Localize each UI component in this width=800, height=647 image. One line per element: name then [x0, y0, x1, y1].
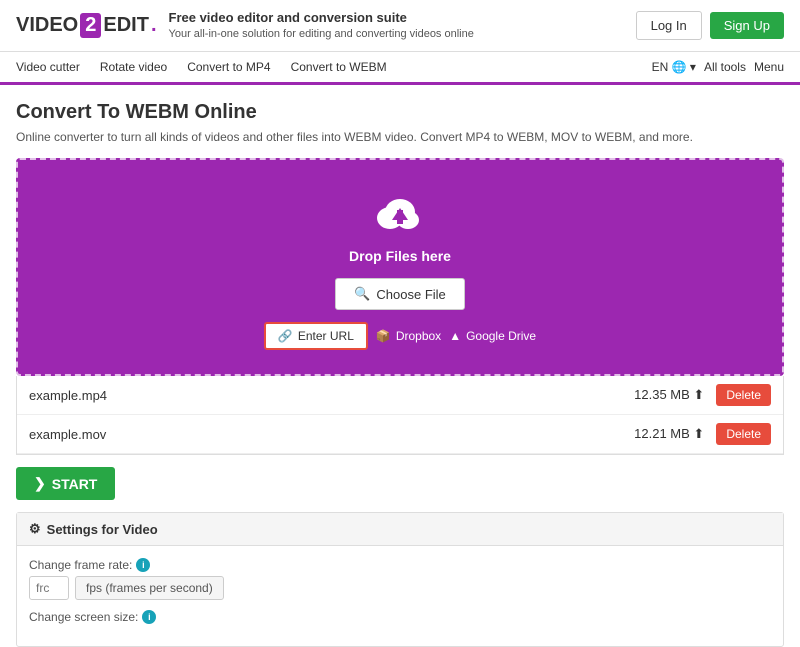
logo-edit: EDIT: [103, 14, 149, 37]
start-button[interactable]: ❯ START: [16, 467, 115, 500]
dropbox-button[interactable]: 📦 Dropbox: [376, 329, 441, 343]
frame-rate-row: Change frame rate: i fps (frames per sec…: [29, 558, 771, 600]
dropbox-icon: 📦: [376, 329, 391, 343]
settings-body: Change frame rate: i fps (frames per sec…: [17, 546, 783, 646]
choose-file-label: Choose File: [376, 287, 445, 302]
nav-item-convert-webm[interactable]: Convert to WEBM: [291, 60, 387, 74]
choose-file-button[interactable]: 🔍 Choose File: [335, 278, 465, 310]
start-section: ❯ START: [16, 455, 784, 512]
nav-language[interactable]: EN 🌐 ▾: [652, 60, 696, 74]
tagline-title: Free video editor and conversion suite: [169, 10, 474, 27]
nav-item-rotate-video[interactable]: Rotate video: [100, 60, 167, 74]
page-title: Convert To WEBM Online: [16, 101, 784, 124]
login-button[interactable]: Log In: [636, 11, 702, 40]
delete-button-1[interactable]: Delete: [716, 384, 771, 406]
fps-input[interactable]: [29, 576, 69, 600]
info-icon-screen-size: i: [142, 610, 156, 624]
header-tagline: Free video editor and conversion suite Y…: [169, 10, 474, 41]
delete-button-2[interactable]: Delete: [716, 423, 771, 445]
upload-area: Drop Files here 🔍 Choose File 🔗 Enter UR…: [16, 158, 784, 376]
url-buttons-row: 🔗 Enter URL 📦 Dropbox ▲ Google Drive: [264, 322, 536, 350]
enter-url-label: Enter URL: [298, 329, 354, 343]
gear-icon: ⚙: [29, 521, 41, 537]
navbar: Video cutter Rotate video Convert to MP4…: [0, 52, 800, 85]
chevron-right-icon: ❯: [34, 475, 46, 492]
signup-button[interactable]: Sign Up: [710, 12, 784, 39]
logo-video: VIDEO: [16, 14, 78, 37]
file-name-2: example.mov: [29, 427, 634, 442]
table-row: example.mp4 12.35 MB ⬆ Delete: [17, 376, 783, 415]
logo: VIDEO 2 EDIT .: [16, 13, 157, 38]
gdrive-icon: ▲: [449, 329, 461, 343]
settings-section: ⚙ Settings for Video Change frame rate: …: [16, 512, 784, 647]
page-content: Convert To WEBM Online Online converter …: [0, 85, 800, 647]
nav-menu[interactable]: Menu: [754, 60, 784, 74]
upload-cloud-icon: [370, 190, 430, 240]
table-row: example.mov 12.21 MB ⬆ Delete: [17, 415, 783, 454]
enter-url-button[interactable]: 🔗 Enter URL: [264, 322, 368, 350]
file-list: example.mp4 12.35 MB ⬆ Delete example.mo…: [16, 376, 784, 455]
header: VIDEO 2 EDIT . Free video editor and con…: [0, 0, 800, 52]
header-right: Log In Sign Up: [636, 11, 784, 40]
screen-size-label: Change screen size: i: [29, 610, 771, 624]
settings-title: Settings for Video: [47, 522, 158, 537]
drop-files-text: Drop Files here: [349, 248, 451, 264]
nav-all-tools[interactable]: All tools: [704, 60, 746, 74]
dropbox-label: Dropbox: [396, 329, 441, 343]
file-name-1: example.mp4: [29, 388, 634, 403]
logo-dot: .: [151, 14, 157, 37]
info-icon-frame-rate: i: [136, 558, 150, 572]
settings-header: ⚙ Settings for Video: [17, 513, 783, 546]
fps-unit-label: fps (frames per second): [75, 576, 224, 600]
nav-right: EN 🌐 ▾ All tools Menu: [652, 60, 784, 74]
frame-rate-input-row: fps (frames per second): [29, 576, 771, 600]
tagline-sub: Your all-in-one solution for editing and…: [169, 28, 474, 40]
search-icon: 🔍: [354, 286, 370, 302]
link-icon: 🔗: [278, 329, 293, 343]
frame-rate-label: Change frame rate: i: [29, 558, 771, 572]
gdrive-label: Google Drive: [466, 329, 536, 343]
file-size-1: 12.35 MB ⬆: [634, 387, 704, 403]
google-drive-button[interactable]: ▲ Google Drive: [449, 329, 536, 343]
header-left: VIDEO 2 EDIT . Free video editor and con…: [16, 10, 474, 41]
page-description: Online converter to turn all kinds of vi…: [16, 130, 784, 144]
nav-item-convert-mp4[interactable]: Convert to MP4: [187, 60, 270, 74]
logo-two: 2: [80, 13, 101, 38]
nav-item-video-cutter[interactable]: Video cutter: [16, 60, 80, 74]
start-label: START: [52, 476, 98, 492]
screen-size-row: Change screen size: i: [29, 610, 771, 624]
file-size-2: 12.21 MB ⬆: [634, 426, 704, 442]
